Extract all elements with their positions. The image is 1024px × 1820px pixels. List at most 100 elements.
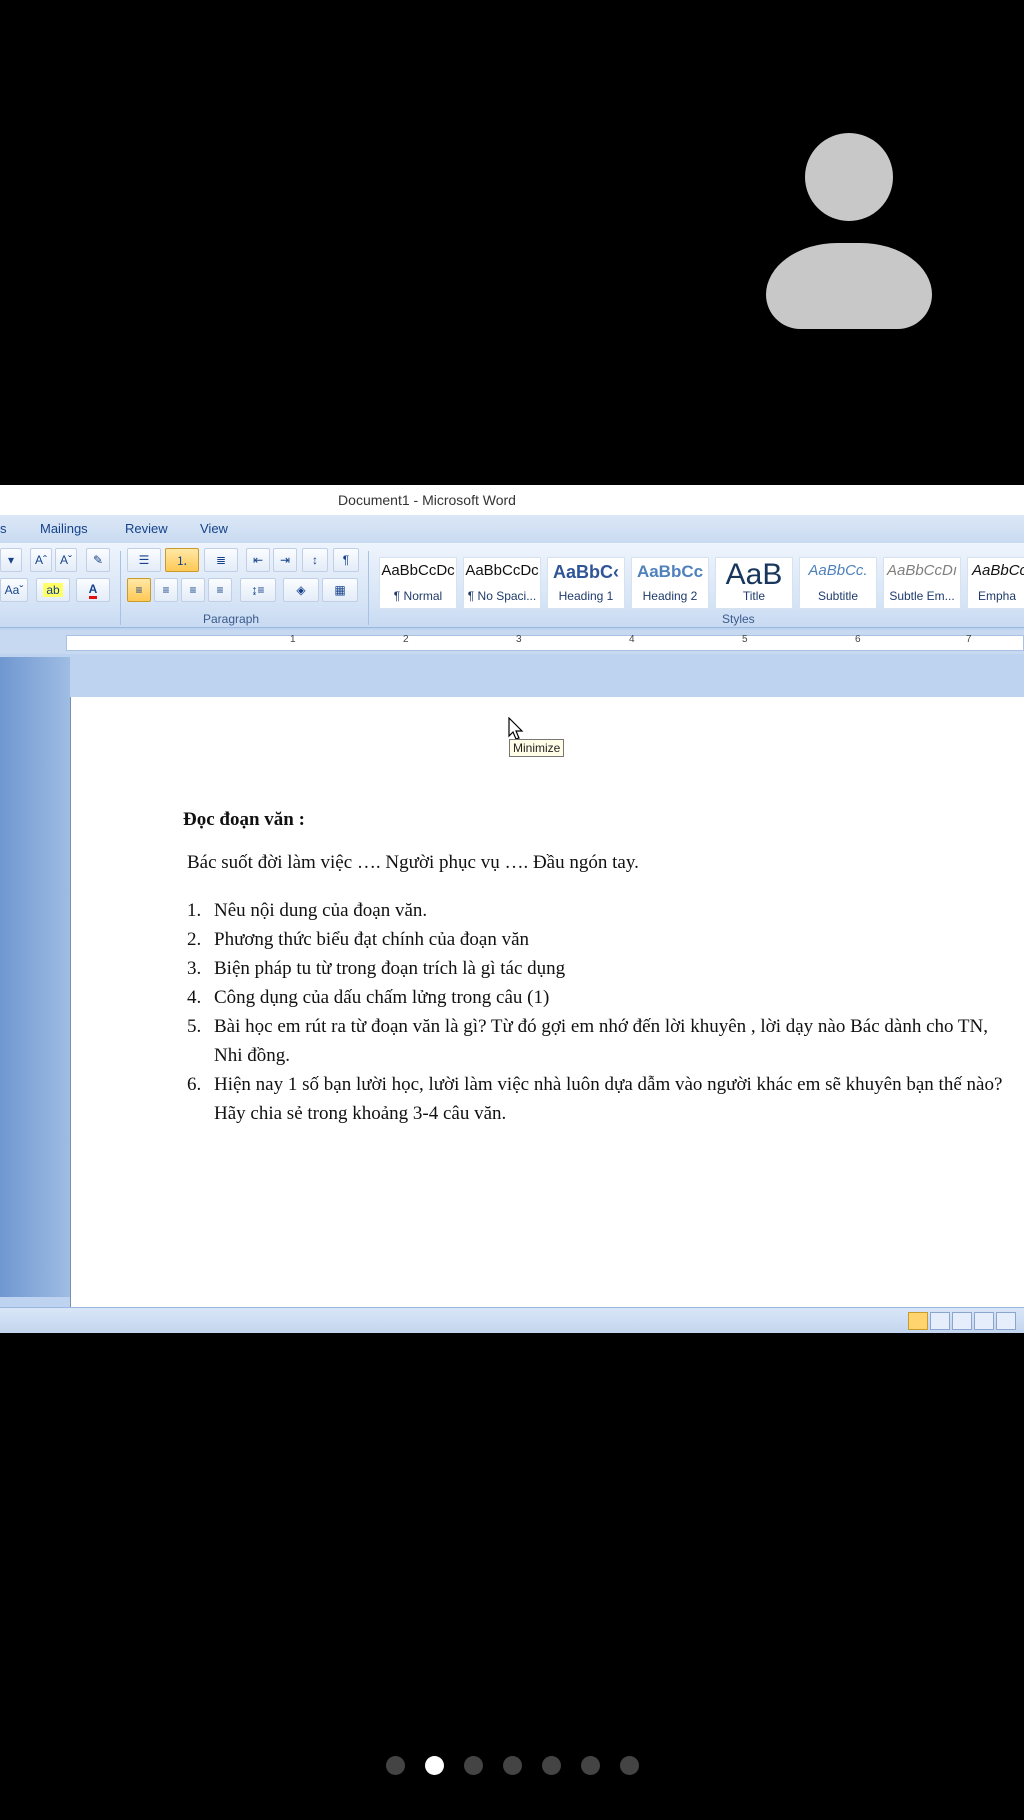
- ruler-number: 2: [403, 634, 409, 645]
- horizontal-ruler[interactable]: 1 2 3 4 5 6 7: [0, 630, 1024, 654]
- view-buttons: [908, 1312, 1016, 1330]
- page-dot[interactable]: [580, 1756, 600, 1775]
- decrease-indent-icon[interactable]: ⇤: [246, 548, 270, 572]
- list-item: 6. Hiện nay 1 số bạn lười học, lười làm v…: [187, 1070, 1007, 1128]
- numbering-icon[interactable]: ⒈: [165, 548, 199, 572]
- full-screen-reading-icon[interactable]: [930, 1312, 950, 1330]
- document-intro: Bác suốt đời làm việc …. Người phục vụ ……: [187, 852, 639, 873]
- style-sample: AaBbCcDc: [381, 562, 455, 579]
- increase-indent-icon[interactable]: ⇥: [273, 548, 297, 572]
- participant-avatar: [766, 133, 932, 329]
- shading-icon[interactable]: ◈: [283, 578, 319, 602]
- page-dot[interactable]: [619, 1756, 639, 1775]
- bullets-icon[interactable]: ☰: [127, 548, 161, 572]
- tab-mailings[interactable]: Mailings: [40, 521, 88, 536]
- list-item: 4. Công dụng của dấu chấm lửng trong câu …: [187, 983, 1007, 1012]
- draft-icon[interactable]: [996, 1312, 1016, 1330]
- ribbon: ▾ Aˆ Aˇ ✎ Aaˇ ab A ☰ ⒈ ≣ ⇤ ⇥ ↕ ¶ ≡ ≡ ≡ ≡…: [0, 543, 1024, 628]
- style-name: Heading 2: [642, 589, 698, 603]
- align-center-icon[interactable]: ≡: [154, 578, 178, 602]
- list-number: 6.: [187, 1074, 202, 1095]
- page-indicator: [0, 1756, 1024, 1776]
- status-bar: [0, 1307, 1024, 1333]
- list-text: Phương thức biểu đạt chính của đoạn văn: [214, 929, 530, 950]
- list-number: 3.: [187, 958, 202, 979]
- change-case-button[interactable]: Aaˇ: [0, 578, 28, 602]
- list-text: Biện pháp tu từ trong đoạn trích là gì t…: [214, 958, 566, 979]
- styles-group-label: Styles: [722, 612, 755, 626]
- grow-font-button[interactable]: Aˆ: [30, 548, 52, 572]
- document-background: [0, 657, 70, 1297]
- list-item: 3. Biện pháp tu từ trong đoạn trích là gì…: [187, 954, 1007, 983]
- ruler-number: 3: [516, 634, 522, 645]
- style-name: Subtitle: [817, 589, 859, 603]
- style-sample: AaBbC‹: [553, 562, 619, 582]
- style-sample: AaBbCc.: [808, 562, 868, 579]
- list-text: Bài học em rút ra từ đoạn văn là gì? Từ …: [214, 1016, 988, 1066]
- style-heading-2[interactable]: AaBbCc Heading 2: [631, 557, 709, 609]
- document-heading: Đọc đoạn văn :: [183, 809, 305, 830]
- outline-icon[interactable]: [974, 1312, 994, 1330]
- sort-icon[interactable]: ↕: [302, 548, 328, 572]
- multilevel-list-icon[interactable]: ≣: [204, 548, 238, 572]
- list-item: 2. Phương thức biểu đạt chính của đoạn vă…: [187, 925, 1007, 954]
- style-heading-1[interactable]: AaBbC‹ Heading 1: [547, 557, 625, 609]
- show-formatting-icon[interactable]: ¶: [333, 548, 359, 572]
- font-size-dropdown[interactable]: ▾: [0, 548, 22, 572]
- tab-review[interactable]: Review: [125, 521, 168, 536]
- page-dot[interactable]: [502, 1756, 522, 1775]
- style-no-spacing[interactable]: AaBbCcDc ¶ No Spaci...: [463, 557, 541, 609]
- style-name: Heading 1: [558, 589, 614, 603]
- ruler-number: 5: [742, 634, 748, 645]
- list-number: 1.: [187, 900, 202, 921]
- ruler-number: 7: [966, 634, 972, 645]
- line-spacing-icon[interactable]: ↨≡: [240, 578, 276, 602]
- borders-icon[interactable]: ▦: [322, 578, 358, 602]
- style-subtle-emphasis[interactable]: AaBbCcDı Subtle Em...: [883, 557, 961, 609]
- document-page[interactable]: Đọc đoạn văn : Bác suốt đời làm việc …. …: [70, 697, 1024, 1307]
- ruler-number: 1: [290, 634, 296, 645]
- style-normal[interactable]: AaBbCcDc ¶ Normal: [379, 557, 457, 609]
- ruler-number: 4: [629, 634, 635, 645]
- align-left-icon[interactable]: ≡: [127, 578, 151, 602]
- minimize-tooltip: Minimize: [509, 739, 565, 757]
- list-item: 1. Nêu nội dung của đoạn văn.: [187, 896, 1007, 925]
- tab-view[interactable]: View: [200, 521, 228, 536]
- style-sample: AaBbCcDı: [886, 562, 958, 579]
- word-window: Document1 - Microsoft Word s Mailings Re…: [0, 485, 1024, 1333]
- page-dot[interactable]: [463, 1756, 483, 1775]
- mouse-cursor-icon: [508, 717, 524, 740]
- font-color-icon[interactable]: A: [76, 578, 110, 602]
- page-dot[interactable]: [541, 1756, 561, 1775]
- window-title: Document1 - Microsoft Word: [338, 492, 516, 508]
- list-item: 5. Bài học em rút ra từ đoạn văn là gì? T…: [187, 1012, 1007, 1070]
- style-subtitle[interactable]: AaBbCc. Subtitle: [799, 557, 877, 609]
- style-name: ¶ No Spaci...: [467, 589, 537, 603]
- list-number: 2.: [187, 929, 202, 950]
- shrink-font-button[interactable]: Aˇ: [55, 548, 77, 572]
- highlight-color-icon[interactable]: ab: [36, 578, 70, 602]
- avatar-body-icon: [766, 243, 932, 329]
- style-emphasis[interactable]: AaBbCc Empha: [967, 557, 1024, 609]
- web-layout-icon[interactable]: [952, 1312, 972, 1330]
- question-list: 1. Nêu nội dung của đoạn văn. 2. Phương th…: [187, 896, 1007, 1128]
- list-text: Công dụng của dấu chấm lửng trong câu (1…: [214, 987, 550, 1008]
- page-dot[interactable]: [385, 1756, 405, 1775]
- title-bar: Document1 - Microsoft Word: [0, 485, 1024, 515]
- tab-partial[interactable]: s: [0, 521, 7, 536]
- ruler-strip: [66, 635, 1024, 651]
- page-dot-active[interactable]: [424, 1756, 444, 1775]
- ribbon-tabs: s Mailings Review View: [0, 515, 1024, 543]
- align-right-icon[interactable]: ≡: [181, 578, 205, 602]
- clear-format-icon[interactable]: ✎: [86, 548, 110, 572]
- paragraph-group-label: Paragraph: [203, 612, 260, 626]
- style-sample: AaBbCcDc: [465, 562, 539, 579]
- justify-icon[interactable]: ≡: [208, 578, 232, 602]
- ruler-number: 6: [855, 634, 861, 645]
- style-sample: AaB: [725, 558, 783, 591]
- style-sample: AaBbCc: [636, 562, 704, 581]
- style-name: Title: [742, 589, 766, 603]
- print-layout-icon[interactable]: [908, 1312, 928, 1330]
- style-title[interactable]: AaB Title: [715, 557, 793, 609]
- group-separator: [368, 551, 369, 625]
